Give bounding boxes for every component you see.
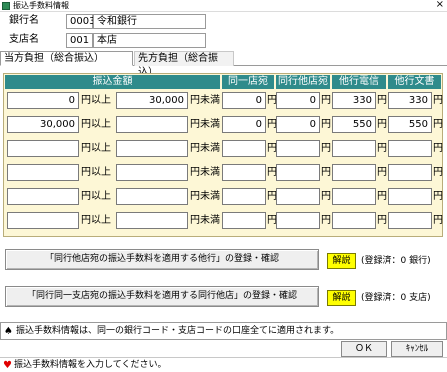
unit-label: 円未満 [190, 167, 220, 178]
fee-other-document-field[interactable] [388, 140, 432, 157]
help-button-other-banks[interactable]: 解説 [327, 253, 356, 269]
help-button-other-branches[interactable]: 解説 [327, 290, 356, 306]
fee-same-bank-field[interactable]: 0 [276, 116, 320, 133]
amount-to-field[interactable] [116, 188, 188, 205]
header-same-branch: 同一店宛 [222, 75, 274, 89]
bank-label: 銀行名 [9, 15, 39, 26]
unit-label: 円 [321, 215, 331, 226]
cancel-button[interactable]: ｷｬﾝｾﾙ [391, 341, 443, 357]
amount-from-field[interactable]: 30,000 [7, 116, 79, 133]
amount-to-field[interactable] [116, 116, 188, 133]
registered-branches-count: (登録済：0 支店) [361, 293, 431, 303]
branch-name-field: 本店 [93, 33, 206, 48]
fee-other-document-field[interactable] [388, 188, 432, 205]
fee-same-branch-field[interactable] [222, 140, 266, 157]
unit-label: 円 [377, 95, 387, 106]
branch-code-field[interactable]: 001 [66, 33, 93, 48]
title-bar: 振込手数料情報 × [0, 0, 447, 12]
fee-other-document-field[interactable]: 330 [388, 92, 432, 109]
unit-label: 円 [321, 143, 331, 154]
fee-same-branch-field[interactable]: 0 [222, 116, 266, 133]
amount-to-field[interactable] [116, 212, 188, 229]
status-text: 振込手数料情報を入力してください。 [14, 360, 167, 370]
unit-label: 円 [321, 167, 331, 178]
fee-same-branch-field[interactable] [222, 188, 266, 205]
heart-icon: ♥ [3, 360, 12, 371]
fee-same-branch-field[interactable] [222, 164, 266, 181]
amount-from-field[interactable] [7, 164, 79, 181]
unit-label: 円未満 [190, 119, 220, 130]
unit-label: 円 [377, 143, 387, 154]
registered-banks-count: (登録済：0 銀行) [361, 256, 431, 266]
amount-from-field[interactable] [7, 188, 79, 205]
tab-strip: 当方負担（総合振込） 先方負担（総合振込） [0, 51, 447, 78]
unit-label: 円以上 [81, 167, 111, 178]
fee-same-branch-field[interactable] [222, 212, 266, 229]
register-other-branches-button[interactable]: 「同行同一支店宛の振込手数料を適用する同行他店」の登録・確認 [5, 286, 319, 307]
amount-from-field[interactable]: 0 [7, 92, 79, 109]
unit-label: 円 [321, 95, 331, 106]
unit-label: 円 [433, 191, 443, 202]
fee-same-bank-field[interactable] [276, 188, 320, 205]
fee-other-telegraph-field[interactable]: 550 [332, 116, 376, 133]
window-title: 振込手数料情報 [13, 1, 69, 10]
header-amount: 振込金額 [5, 75, 220, 89]
bank-code-field[interactable]: 0003 [66, 14, 95, 29]
unit-label: 円未満 [190, 215, 220, 226]
amount-from-field[interactable] [7, 212, 79, 229]
fee-same-bank-field[interactable]: 0 [276, 92, 320, 109]
bank-name-field: 令和銀行 [93, 14, 206, 29]
unit-label: 円 [377, 119, 387, 130]
unit-label: 円 [433, 167, 443, 178]
header-same-bank: 同行他店宛 [276, 75, 330, 89]
unit-label: 円以上 [81, 215, 111, 226]
fee-same-bank-field[interactable] [276, 164, 320, 181]
amount-to-field[interactable]: 30,000 [116, 92, 188, 109]
unit-label: 円 [377, 167, 387, 178]
unit-label: 円 [433, 95, 443, 106]
unit-label: 円 [321, 191, 331, 202]
unit-label: 円 [321, 119, 331, 130]
fee-other-telegraph-field[interactable] [332, 140, 376, 157]
branch-label: 支店名 [9, 34, 39, 45]
fee-other-telegraph-field[interactable] [332, 212, 376, 229]
register-other-banks-button[interactable]: 「同行他店宛の振込手数料を適用する他行」の登録・確認 [5, 249, 319, 270]
amount-to-field[interactable] [116, 164, 188, 181]
unit-label: 円以上 [81, 191, 111, 202]
unit-label: 円未満 [190, 191, 220, 202]
header-other-document: 他行文書 [388, 75, 441, 89]
fee-other-document-field[interactable]: 550 [388, 116, 432, 133]
ok-button[interactable]: ＯＫ [341, 341, 387, 357]
header-other-telegraph: 他行電信 [332, 75, 386, 89]
fee-other-telegraph-field[interactable] [332, 164, 376, 181]
unit-label: 円以上 [81, 95, 111, 106]
amount-from-field[interactable] [7, 140, 79, 157]
unit-label: 円 [377, 215, 387, 226]
amount-to-field[interactable] [116, 140, 188, 157]
unit-label: 円以上 [81, 119, 111, 130]
fee-table: 振込金額 同一店宛 同行他店宛 他行電信 他行文書 0 円以上 30,000 円未満 0… [3, 73, 443, 237]
app-icon [2, 2, 10, 10]
fee-other-document-field[interactable] [388, 164, 432, 181]
tab-payee-burden[interactable]: 先方負担（総合振込） [134, 51, 234, 78]
unit-label: 円 [433, 143, 443, 154]
info-bar: ♠ 振込手数料情報は、同一の銀行コード・支店コードの口座全てに適用されます。 [0, 322, 447, 340]
fee-other-telegraph-field[interactable] [332, 188, 376, 205]
fee-same-bank-field[interactable] [276, 212, 320, 229]
fee-other-telegraph-field[interactable]: 330 [332, 92, 376, 109]
unit-label: 円 [377, 191, 387, 202]
unit-label: 円 [433, 119, 443, 130]
status-bar: ♥ 振込手数料情報を入力してください。 [0, 357, 447, 372]
tab-our-burden[interactable]: 当方負担（総合振込） [0, 51, 133, 66]
unit-label: 円 [433, 215, 443, 226]
unit-label: 円未満 [190, 143, 220, 154]
unit-label: 円未満 [190, 95, 220, 106]
info-text: 振込手数料情報は、同一の銀行コード・支店コードの口座全てに適用されます。 [16, 326, 340, 336]
fee-same-branch-field[interactable]: 0 [222, 92, 266, 109]
spade-icon: ♠ [4, 326, 13, 337]
fee-other-document-field[interactable] [388, 212, 432, 229]
unit-label: 円以上 [81, 143, 111, 154]
close-icon[interactable]: × [436, 0, 444, 11]
fee-same-bank-field[interactable] [276, 140, 320, 157]
